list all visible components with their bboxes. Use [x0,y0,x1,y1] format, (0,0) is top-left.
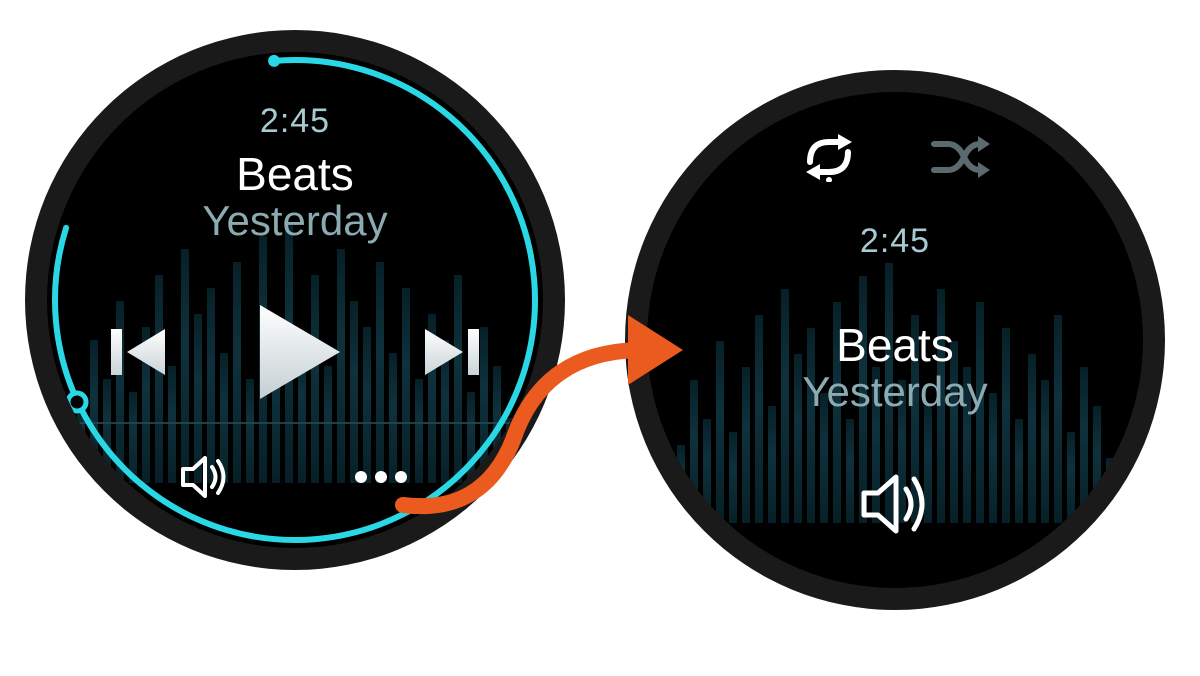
elapsed-time: 2:45 [647,222,1143,261]
shuffle-button[interactable] [930,132,992,187]
play-button[interactable] [240,297,350,407]
previous-track-icon [105,317,175,387]
track-title: Beats [47,147,543,201]
elapsed-time: 2:45 [47,102,543,141]
volume-icon [179,451,231,503]
volume-button[interactable] [179,451,231,508]
play-icon [240,297,350,407]
repeat-icon [798,132,860,182]
volume-button[interactable] [856,465,934,548]
track-title: Beats [647,318,1143,372]
watch-face-options: 2:45 Beats Yesterday [647,92,1143,588]
volume-icon [856,465,934,543]
shuffle-icon [930,132,992,182]
artist-name: Yesterday [47,197,543,245]
repeat-button[interactable] [798,132,860,187]
watch-options-screen: 2:45 Beats Yesterday [625,70,1165,610]
transition-arrow-icon [373,290,693,540]
previous-track-button[interactable] [105,317,175,387]
artist-name: Yesterday [647,368,1143,416]
